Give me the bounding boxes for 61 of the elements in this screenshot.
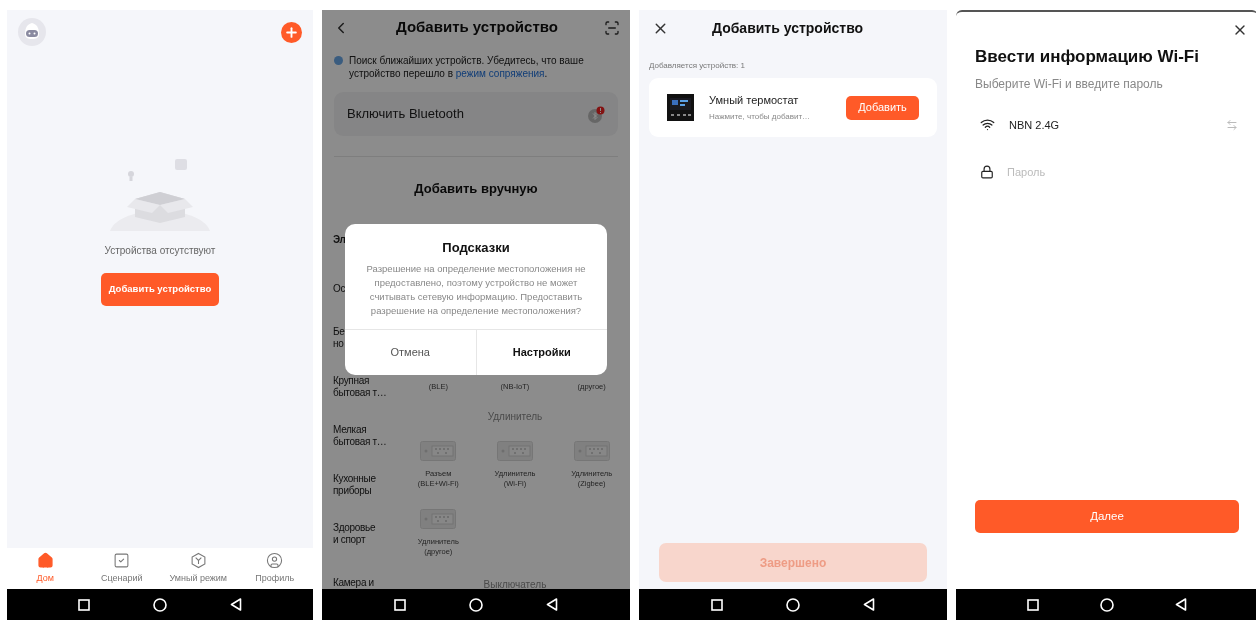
network-name: NBN 2.4G	[1009, 117, 1061, 133]
loading-spinner-icon	[334, 56, 343, 65]
power-strip-icon	[420, 508, 457, 529]
category-item[interactable]: Эл	[333, 234, 346, 246]
category-item[interactable]: Кухонные приборы	[333, 473, 376, 497]
dialog-button[interactable]: Настройки	[475, 329, 607, 375]
sheet-subtitle: Выберите Wi-Fi и введите пароль	[975, 75, 1164, 93]
category-item[interactable]: Камера и	[333, 577, 374, 589]
profile-icon	[266, 551, 284, 569]
robot-avatar-icon[interactable]	[18, 18, 46, 46]
section-title: Добавить вручную	[414, 180, 538, 198]
device-name: Умный термостат	[709, 92, 800, 108]
power-strip-icon	[573, 440, 610, 461]
next-button[interactable]: Далее	[975, 500, 1239, 533]
group-heading: Выключатель	[483, 577, 547, 589]
screen-title: Добавить устройство	[396, 17, 558, 38]
back-icon[interactable]	[229, 598, 242, 611]
home-icon[interactable]	[153, 597, 167, 612]
search-hint-text: Поиск ближайших устройств. Убедитесь, что ваше устройство перешло в режим сопряжения.	[349, 54, 585, 80]
scan-icon[interactable]	[604, 19, 620, 36]
category-item[interactable]: Крупная бытовая т…	[333, 375, 387, 399]
back-icon[interactable]	[546, 598, 559, 611]
home-icon[interactable]	[1100, 597, 1114, 612]
password-field[interactable]: Пароль	[1007, 164, 1238, 181]
wifi-icon	[980, 117, 995, 133]
power-strip-icon	[497, 440, 533, 461]
screen-title: Добавить устройство	[712, 18, 864, 38]
group-heading: Удлинитель	[487, 409, 543, 424]
sheet-title: Ввести информацию Wi-Fi	[975, 46, 1200, 68]
tab[interactable]: Профиль	[236, 548, 313, 589]
checkbox-icon	[113, 551, 131, 569]
back-icon[interactable]	[863, 598, 876, 611]
add-icon[interactable]	[281, 21, 302, 43]
tab[interactable]: Сценарий	[83, 548, 160, 589]
recents-icon[interactable]	[710, 598, 723, 611]
empty-state-text: Устройства отсутствуют	[104, 244, 216, 258]
bluetooth-off-icon	[587, 105, 605, 123]
tab[interactable]: Умный режим	[160, 548, 237, 589]
home-icon[interactable]	[469, 597, 483, 612]
recents-icon[interactable]	[393, 598, 406, 611]
home-icon[interactable]	[786, 597, 800, 612]
device-count-text: Добавляется устройств: 1	[649, 60, 746, 72]
category-item[interactable]: Ос	[333, 283, 346, 295]
recents-icon[interactable]	[78, 598, 91, 611]
bluetooth-card[interactable]: Включить Bluetooth	[334, 92, 618, 136]
tab[interactable]: Дом	[7, 548, 84, 589]
category-item[interactable]: Бе но	[333, 326, 345, 350]
dialog-button[interactable]: Отмена	[345, 329, 476, 375]
recents-icon[interactable]	[1026, 598, 1039, 611]
dialog-title: Подсказки	[442, 239, 510, 257]
hexagon-icon	[189, 551, 207, 569]
add-button[interactable]: Добавить	[846, 95, 919, 120]
lock-icon	[980, 165, 994, 180]
add-device-button[interactable]: Добавить устройство	[101, 273, 219, 306]
device-hint: Нажмите, чтобы добавит…	[709, 111, 812, 124]
category-item[interactable]: Здоровье и спорт	[333, 522, 376, 546]
category-item[interactable]: Мелкая бытовая т…	[333, 424, 387, 448]
home-icon	[36, 551, 54, 569]
dialog-message: Разрешение на определение местоположения не предоставлено, поэтому устройство не может считывать сетевую информацию. Предоставить разрешение на определение местоположения?	[365, 261, 587, 318]
power-strip-icon	[420, 440, 457, 461]
back-icon[interactable]	[1175, 598, 1188, 611]
